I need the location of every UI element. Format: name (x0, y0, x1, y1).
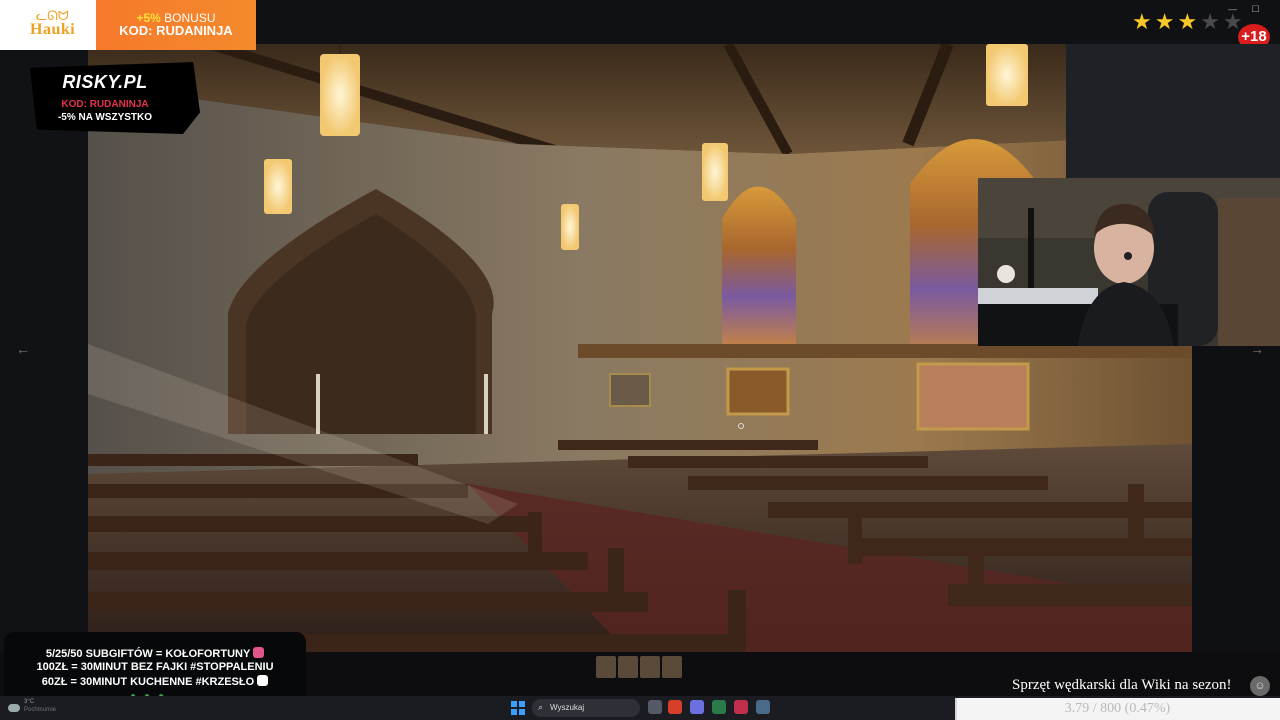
cloud-icon (8, 704, 20, 712)
star-icon: ★ (1177, 9, 1198, 34)
hauki-sponsor-logo: ᓚᘏᗢ Hauki (0, 0, 96, 50)
goal-text: 5/25/50 SUBGIFTÓW = KOŁOFORTUNY (45, 648, 251, 660)
settings-gear-icon[interactable] (756, 700, 770, 714)
donation-progress-bar: 3.79 / 800 (0.47%) (955, 698, 1280, 720)
brave-browser-icon[interactable] (668, 700, 682, 714)
star-icon: ★ (1154, 9, 1175, 34)
risky-sponsor-banner: RISKY.PL KOD: RUDANINJA -5% NA WSZYSTKO (30, 62, 200, 134)
rating-stars: ★ ★ ★ ★ ★ (1132, 11, 1243, 33)
weather-condition: Pochmurnie (24, 707, 57, 713)
bonus-code: KOD: RUDANINJA (119, 23, 233, 38)
weather-temperature: 3°C (24, 699, 35, 705)
star-icon: ★ (1132, 9, 1152, 34)
subgoals-panel: 5/25/50 SUBGIFTÓW = KOŁOFORTUNY 100ZŁ = … (4, 632, 306, 706)
church-interior-image (88, 44, 1192, 652)
crosshair-icon (738, 423, 744, 429)
wheel-emote-icon (253, 647, 265, 658)
discord-icon[interactable] (690, 700, 704, 714)
goal-text: 60ZŁ = 30MINUT KUCHENNE #KRZESŁO (41, 676, 255, 688)
search-icon: ⌕ (538, 702, 544, 712)
windows-start-button[interactable] (511, 701, 525, 715)
timeline-thumbnails[interactable] (596, 656, 682, 678)
ticker-message: Sprzęt wędkarski dla Wiki na sezon! (1012, 677, 1232, 693)
goal-line-chair: 60ZŁ = 30MINUT KUCHENNE #KRZESŁO (4, 675, 306, 688)
emote-icon: ☺ (1250, 676, 1270, 696)
risky-code: KOD: RUDANINJA (61, 99, 149, 110)
donation-progress-label: 3.79 / 800 (0.47%) (1064, 701, 1171, 716)
search-placeholder: Wyszukaj (550, 703, 585, 712)
star-icon: ★ (1200, 9, 1220, 34)
risky-discount: -5% NA WSZYSTKO (57, 112, 153, 123)
goal-line-no-smoking: 100ZŁ = 30MINUT BEZ FAJKI #STOPPALENIU (36, 661, 274, 673)
streamer-webcam-image (978, 178, 1280, 346)
streamer-webcam (978, 178, 1280, 346)
arrow-left-icon[interactable]: ← (14, 340, 32, 358)
risky-logo: RISKY.PL (62, 72, 148, 92)
webcam-top-panel (1066, 44, 1280, 178)
game-scene[interactable] (88, 44, 1192, 652)
taskbar-search[interactable]: ⌕ Wyszukaj (532, 699, 640, 717)
file-explorer-icon[interactable] (648, 700, 662, 714)
excel-icon[interactable] (712, 700, 726, 714)
chair-emote-icon (257, 675, 269, 686)
goal-line-subgifts: 5/25/50 SUBGIFTÓW = KOŁOFORTUNY (4, 647, 306, 660)
hauki-brand-text: Hauki (30, 21, 76, 38)
media-app-icon[interactable] (734, 700, 748, 714)
bonus-banner: +5% BONUSU KOD: RUDANINJA (96, 0, 256, 50)
